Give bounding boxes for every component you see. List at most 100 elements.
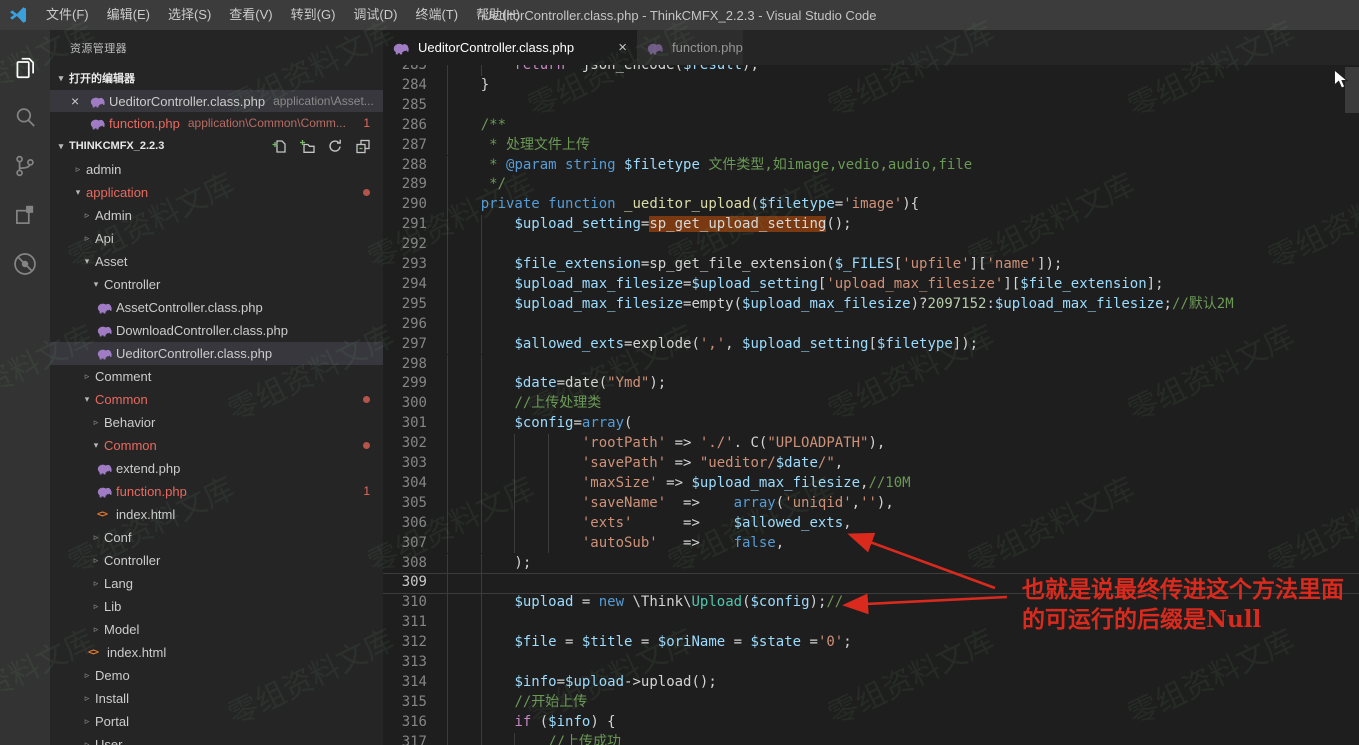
tree-header[interactable]: ▾ THINKCMFX_2.2.3: [50, 134, 383, 158]
new-folder-icon[interactable]: [299, 138, 315, 154]
code-line: 304 'maxSize' => $upload_max_filesize,//…: [383, 474, 1359, 494]
code-line: 293 $file_extension=sp_get_file_extensio…: [383, 255, 1359, 275]
mouse-cursor-icon: [1333, 69, 1348, 94]
tree-item-label: admin: [86, 162, 121, 177]
code-text: $info=$upload->upload();: [447, 673, 717, 693]
chevron-expanded-icon: ▾: [88, 279, 104, 290]
code-text: $config=array(: [447, 414, 632, 434]
explorer-icon[interactable]: [0, 43, 50, 92]
menu-item[interactable]: 调试(D): [344, 0, 406, 30]
tree-folder-Behavior[interactable]: ▹Behavior: [50, 411, 383, 434]
search-icon[interactable]: [0, 92, 50, 141]
tree-file-UeditorController.class.php[interactable]: UeditorController.class.php: [50, 342, 383, 365]
tree-folder-Conf[interactable]: ▹Conf: [50, 526, 383, 549]
open-editors-header[interactable]: ▾ 打开的编辑器: [50, 66, 383, 90]
php-file-icon: [90, 95, 109, 108]
indent-guide: [481, 355, 482, 375]
tree-folder-application[interactable]: ▾application: [50, 181, 383, 204]
code-line: 296: [383, 315, 1359, 335]
code-line: 289 */: [383, 175, 1359, 195]
chevron-expanded-icon: ▾: [53, 73, 69, 84]
tree-folder-Admin[interactable]: ▹Admin: [50, 204, 383, 227]
tree-file-index.html[interactable]: <>index.html: [50, 641, 383, 664]
tree-item-label: Admin: [95, 208, 132, 223]
open-editor-item[interactable]: ×UeditorController.class.phpapplication\…: [50, 90, 383, 112]
code-editor[interactable]: 283 return json_encode($result);284 }285…: [383, 65, 1359, 745]
close-icon[interactable]: ×: [71, 93, 90, 109]
tree-folder-Api[interactable]: ▹Api: [50, 227, 383, 250]
php-file-icon: [97, 347, 116, 360]
tree-file-AssetController.class.php[interactable]: AssetController.class.php: [50, 296, 383, 319]
tree-item-label: Demo: [95, 668, 130, 683]
editor-tab[interactable]: UeditorController.class.php×: [383, 30, 637, 65]
code-text: 'exts' => $allowed_exts,: [447, 514, 852, 534]
tree-folder-Model[interactable]: ▹Model: [50, 618, 383, 641]
line-number: 285: [383, 96, 427, 116]
menu-item[interactable]: 选择(S): [159, 0, 220, 30]
php-file-icon: [97, 301, 116, 314]
menu-item[interactable]: 帮助(H): [467, 0, 529, 30]
tree-folder-Lang[interactable]: ▹Lang: [50, 572, 383, 595]
extensions-icon[interactable]: [0, 190, 50, 239]
tree-folder-Common[interactable]: ▾Common: [50, 434, 383, 457]
menu-item[interactable]: 文件(F): [37, 0, 98, 30]
tree-folder-Portal[interactable]: ▹Portal: [50, 710, 383, 733]
line-number: 291: [383, 215, 427, 235]
code-line: 314 $info=$upload->upload();: [383, 673, 1359, 693]
chevron-collapsed-icon: ▹: [88, 417, 104, 428]
menu-item[interactable]: 终端(T): [406, 0, 467, 30]
code-text: * 处理文件上传: [447, 136, 590, 156]
refresh-icon[interactable]: [327, 138, 343, 154]
debug-icon[interactable]: [0, 239, 50, 288]
line-number: 300: [383, 394, 427, 414]
menu-item[interactable]: 转到(G): [282, 0, 345, 30]
code-line: 288 * @param string $filetype 文件类型,如imag…: [383, 156, 1359, 176]
tree-item-label: AssetController.class.php: [116, 300, 263, 315]
tree-folder-Comment[interactable]: ▹Comment: [50, 365, 383, 388]
collapse-all-icon[interactable]: [355, 138, 371, 154]
tree-file-DownloadController.class.php[interactable]: DownloadController.class.php: [50, 319, 383, 342]
tree-folder-Common[interactable]: ▾Common: [50, 388, 383, 411]
line-number: 310: [383, 593, 427, 613]
source-control-icon[interactable]: [0, 141, 50, 190]
tree-folder-User[interactable]: ▹User: [50, 733, 383, 745]
line-number: 303: [383, 454, 427, 474]
line-number: 283: [383, 65, 427, 76]
tree-folder-Controller[interactable]: ▾Controller: [50, 273, 383, 296]
line-number: 306: [383, 514, 427, 534]
code-text: 'saveName' => array('uniqid',''),: [447, 494, 894, 514]
tree-file-function.php[interactable]: function.php1: [50, 480, 383, 503]
tree-folder-admin[interactable]: ▹admin: [50, 158, 383, 181]
tree-file-index.html[interactable]: <>index.html: [50, 503, 383, 526]
code-line: 284 }: [383, 76, 1359, 96]
tree-item-label: index.html: [116, 507, 175, 522]
line-number: 304: [383, 474, 427, 494]
new-file-icon[interactable]: [271, 138, 287, 154]
tree-folder-Lib[interactable]: ▹Lib: [50, 595, 383, 618]
editor-tab[interactable]: function.php: [637, 30, 743, 65]
chevron-collapsed-icon: ▹: [79, 670, 95, 681]
problems-badge: 1: [363, 112, 370, 134]
tree-folder-Install[interactable]: ▹Install: [50, 687, 383, 710]
line-number: 284: [383, 76, 427, 96]
tree-file-extend.php[interactable]: extend.php: [50, 457, 383, 480]
indent-guide: [447, 315, 448, 335]
tree-folder-Asset[interactable]: ▾Asset: [50, 250, 383, 273]
tab-label: function.php: [672, 40, 743, 55]
chevron-collapsed-icon: ▹: [88, 532, 104, 543]
menu-item[interactable]: 编辑(E): [98, 0, 159, 30]
tree-folder-Demo[interactable]: ▹Demo: [50, 664, 383, 687]
close-icon[interactable]: ×: [618, 39, 627, 56]
php-file-icon: [90, 117, 109, 130]
tree-root-label: THINKCMFX_2.2.3: [69, 140, 164, 152]
tree-item-label: Portal: [95, 714, 129, 729]
code-text: 'autoSub' => false,: [447, 534, 784, 554]
menu-item[interactable]: 查看(V): [220, 0, 281, 30]
tree-item-label: UeditorController.class.php: [116, 346, 272, 361]
code-line: 305 'saveName' => array('uniqid',''),: [383, 494, 1359, 514]
code-line: 295 $upload_max_filesize=empty($upload_m…: [383, 295, 1359, 315]
code-text: /**: [447, 116, 506, 136]
tree-folder-Controller[interactable]: ▹Controller: [50, 549, 383, 572]
open-editor-item[interactable]: function.phpapplication\Common\Comm...1: [50, 112, 383, 134]
editor-group: UeditorController.class.php× function.php…: [383, 30, 1359, 745]
